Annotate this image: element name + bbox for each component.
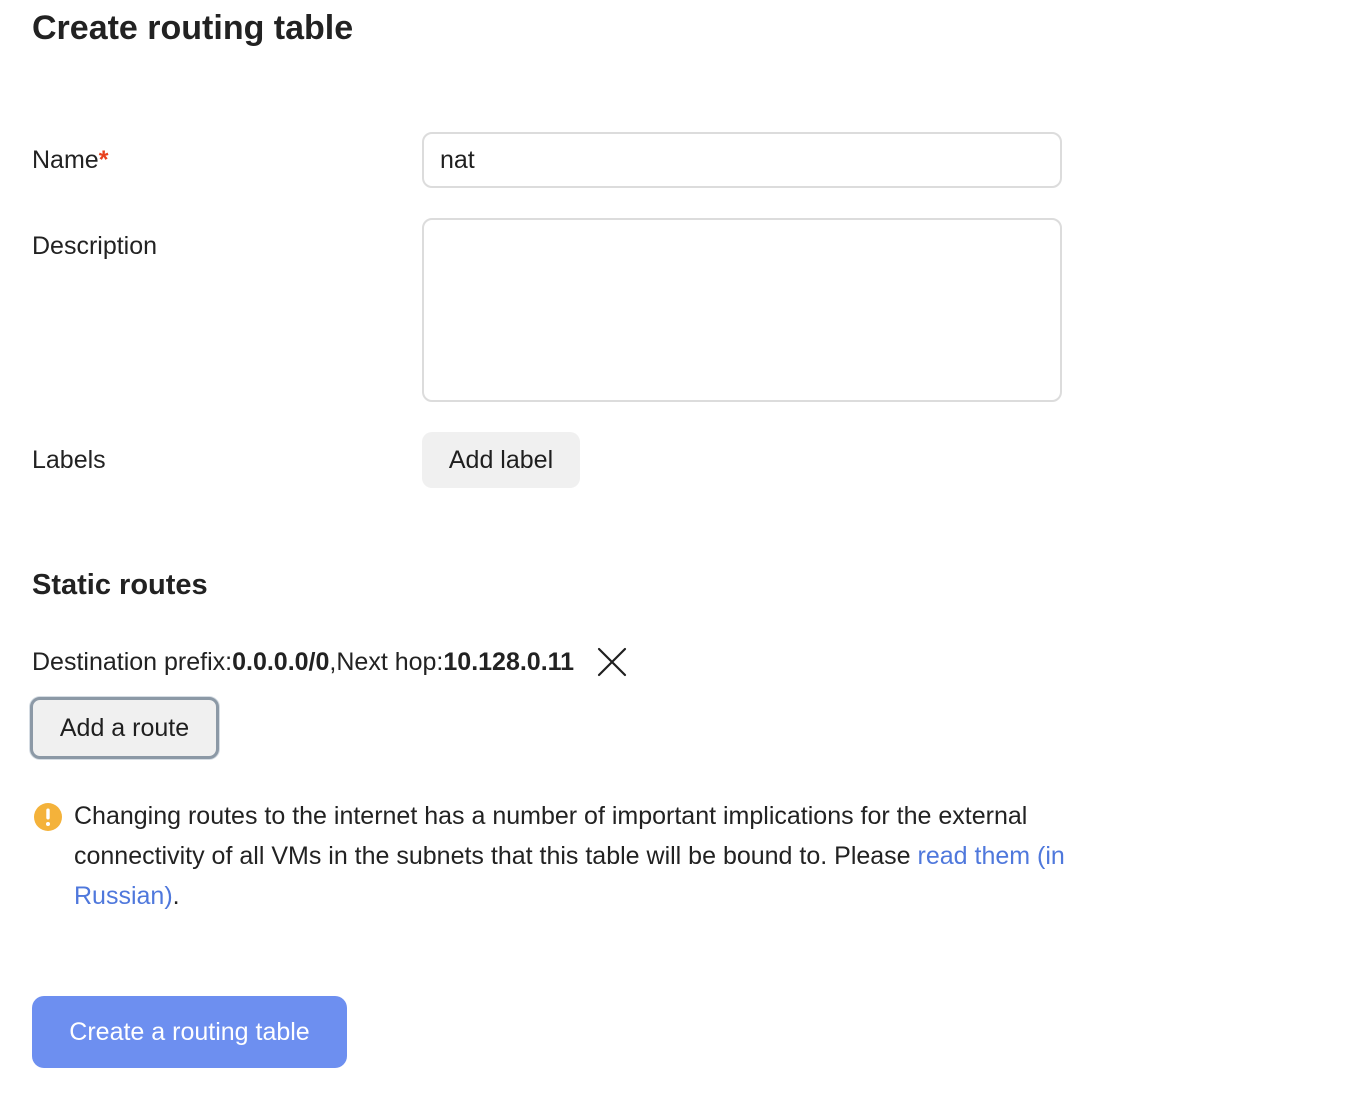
warning-message: Changing routes to the internet has a nu… bbox=[74, 796, 1074, 916]
warning-trailing: . bbox=[172, 882, 180, 910]
static-routes-title: Static routes bbox=[32, 569, 208, 601]
add-label-button[interactable]: Add label bbox=[422, 432, 580, 488]
route-next-hop-label: Next hop: bbox=[336, 648, 444, 676]
create-routing-table-button[interactable]: Create a routing table bbox=[32, 996, 347, 1068]
exclamation-circle-icon bbox=[33, 802, 63, 832]
route-prefix-label: Destination prefix: bbox=[32, 648, 233, 676]
page-title: Create routing table bbox=[32, 9, 354, 47]
warning-text: Changing routes to the internet has a nu… bbox=[74, 802, 1028, 870]
close-icon[interactable] bbox=[596, 646, 628, 678]
description-label: Description bbox=[32, 232, 158, 260]
route-prefix-value: 0.0.0.0/0 bbox=[232, 648, 330, 676]
required-marker: * bbox=[98, 146, 109, 174]
name-label-text: Name bbox=[32, 146, 99, 174]
route-separator: , bbox=[329, 648, 337, 676]
route-next-hop-value: 10.128.0.11 bbox=[443, 648, 575, 676]
labels-label: Labels bbox=[32, 446, 106, 474]
name-label: Name* bbox=[32, 144, 108, 176]
route-item: Destination prefix: 0.0.0.0/0 , Next hop… bbox=[32, 644, 628, 680]
description-input[interactable] bbox=[422, 218, 1062, 402]
add-route-button[interactable]: Add a route bbox=[30, 697, 219, 759]
name-input[interactable] bbox=[422, 132, 1062, 188]
